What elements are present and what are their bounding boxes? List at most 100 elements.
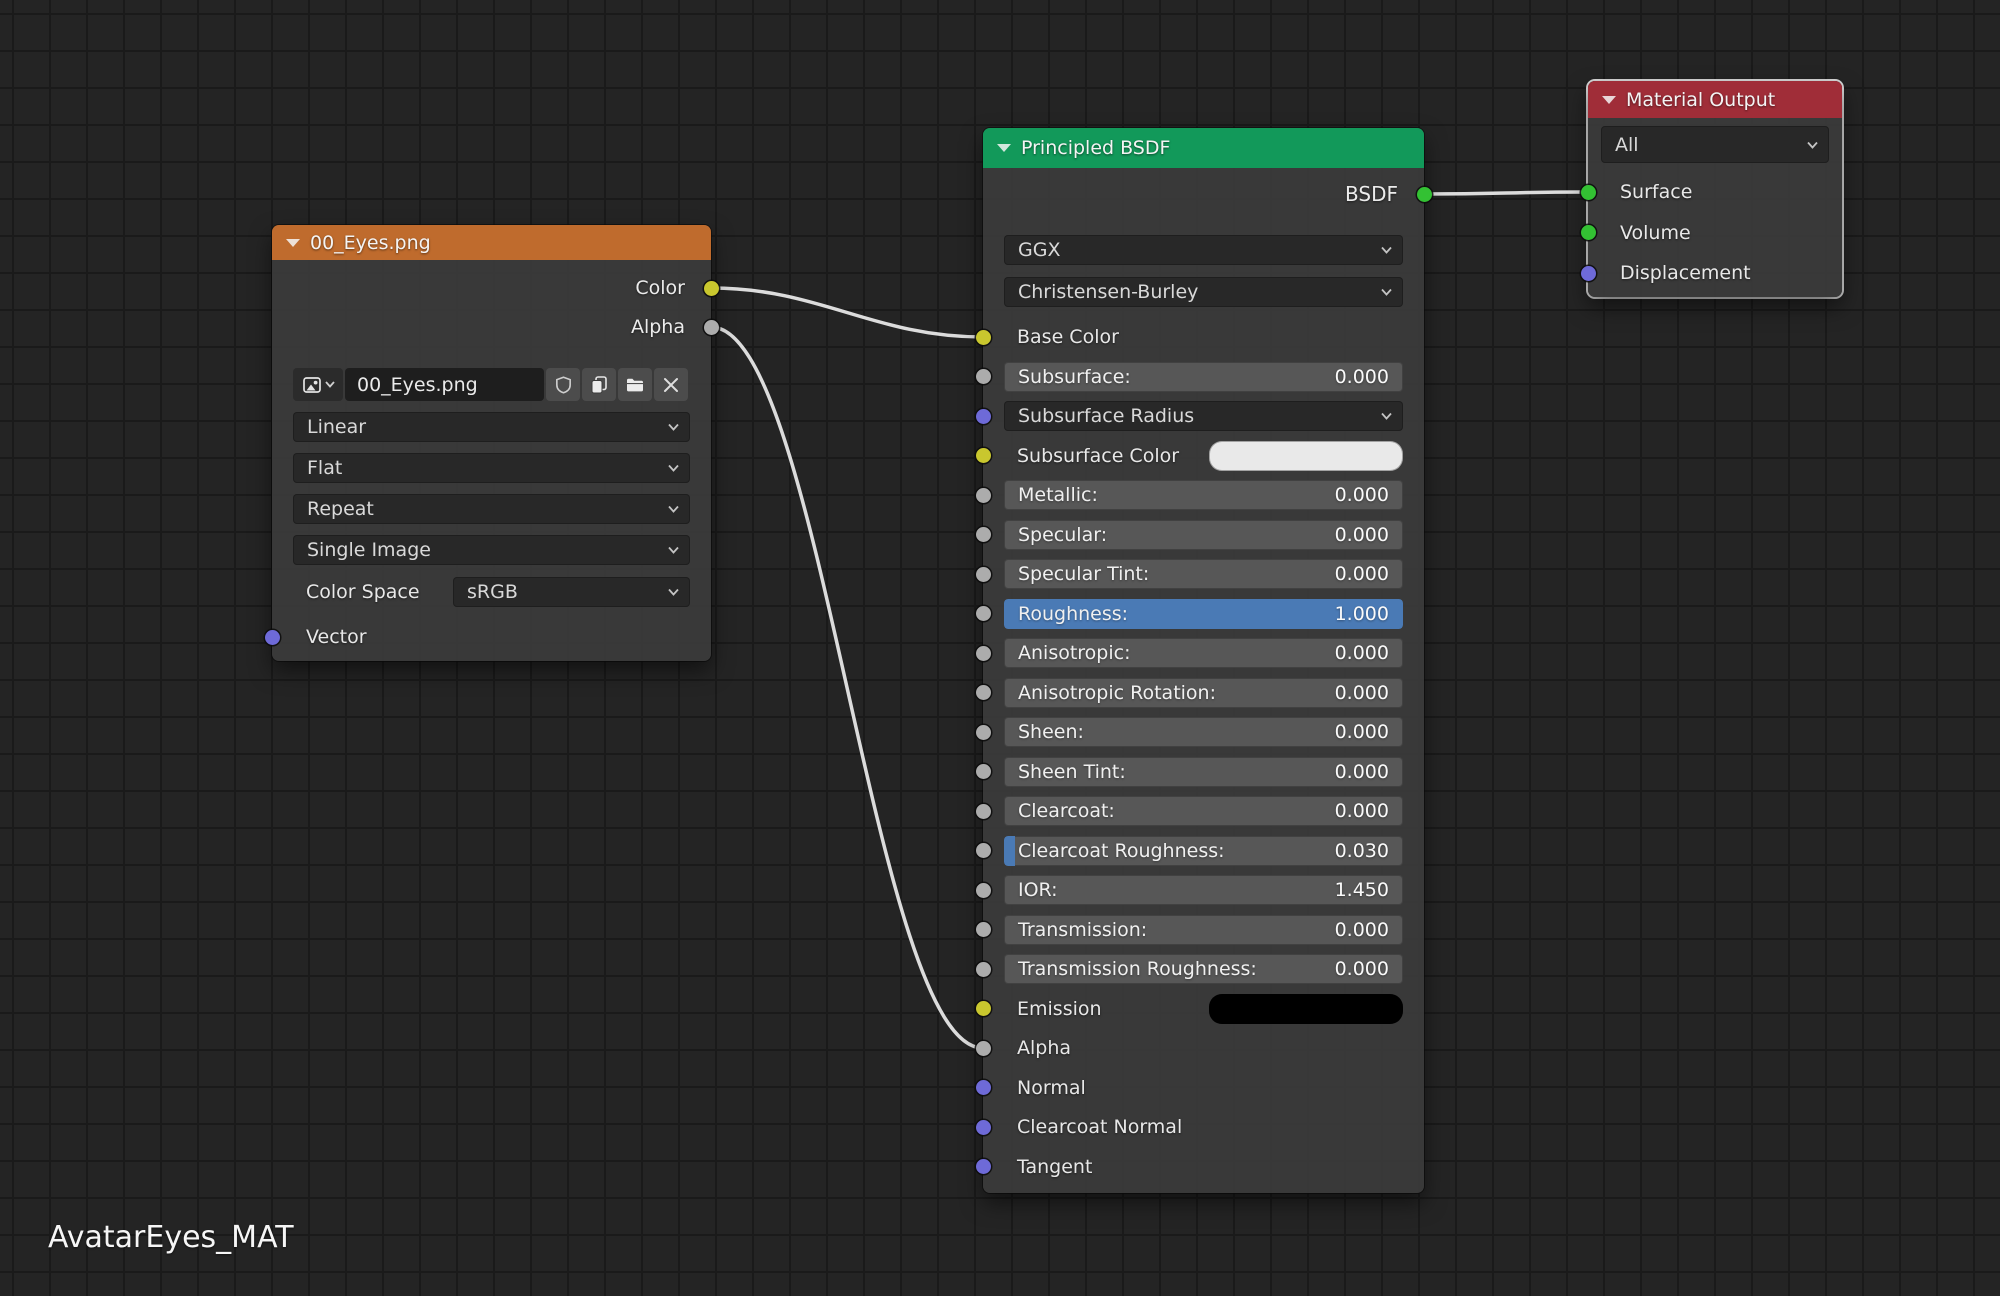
collapse-triangle-icon[interactable] (997, 144, 1011, 152)
socket-metallic-input[interactable] (976, 488, 991, 503)
slider-value: 0.000 (1335, 682, 1403, 704)
duplicate-image-button[interactable] (582, 368, 616, 401)
color-space-dropdown[interactable]: sRGB (453, 577, 690, 607)
slider-value: 0.000 (1335, 800, 1403, 822)
specular-tint-slider[interactable]: Specular Tint:0.000 (1004, 559, 1403, 589)
image-node-header[interactable]: 00_Eyes.png (272, 225, 711, 260)
socket-anisotropic-rotation-input[interactable] (976, 685, 991, 700)
specular-tint-row: Specular Tint:0.000 (983, 559, 1424, 589)
unlink-image-button[interactable] (654, 368, 688, 401)
collapse-triangle-icon[interactable] (1602, 96, 1616, 104)
base-color-row: Base Color (983, 322, 1424, 352)
alpha-output-socket[interactable] (704, 320, 719, 335)
roughness-row: Roughness:1.000 (983, 599, 1424, 629)
subsurface-method-dropdown[interactable]: Christensen-Burley (1004, 277, 1403, 307)
normal-label: Normal (983, 1077, 1086, 1099)
chevron-down-icon (1381, 246, 1392, 254)
fake-user-button[interactable] (546, 368, 580, 401)
socket-clearcoat-normal-input[interactable] (976, 1120, 991, 1135)
chevron-down-icon (325, 381, 335, 388)
principled-bsdf-node[interactable]: Principled BSDF BSDF GGX Christensen-Bur… (983, 128, 1424, 1193)
output-target-dropdown[interactable]: All (1601, 126, 1829, 163)
clearcoat-row: Clearcoat:0.000 (983, 796, 1424, 826)
socket-transmission-roughness-input[interactable] (976, 962, 991, 977)
subsurface-color-swatch[interactable] (1209, 441, 1403, 471)
subsurface-radius-dropdown[interactable]: Subsurface Radius (1004, 401, 1403, 431)
collapse-triangle-icon[interactable] (286, 239, 300, 247)
socket-volume-input[interactable] (1581, 225, 1596, 240)
output-node-title: Material Output (1626, 89, 1775, 111)
socket-sheen-tint-input[interactable] (976, 764, 991, 779)
anisotropic-slider[interactable]: Anisotropic:0.000 (1004, 638, 1403, 668)
image-icon (302, 375, 322, 395)
slider-label: Specular Tint: (1004, 563, 1335, 585)
specular-slider[interactable]: Specular:0.000 (1004, 520, 1403, 550)
subsurface-slider[interactable]: Subsurface:0.000 (1004, 362, 1403, 392)
socket-normal-input[interactable] (976, 1080, 991, 1095)
metallic-slider[interactable]: Metallic:0.000 (1004, 480, 1403, 510)
image-browse-button[interactable] (293, 368, 343, 401)
metallic-row: Metallic:0.000 (983, 480, 1424, 510)
roughness-slider[interactable]: Roughness:1.000 (1004, 599, 1403, 629)
volume-row: Volume (1588, 218, 1842, 248)
chevron-down-icon (668, 423, 679, 431)
image-texture-node[interactable]: 00_Eyes.png Color Alpha (272, 225, 711, 661)
socket-tangent-input[interactable] (976, 1159, 991, 1174)
open-image-button[interactable] (618, 368, 652, 401)
flat-dropdown[interactable]: Flat (293, 453, 690, 483)
clearcoat-slider[interactable]: Clearcoat:0.000 (1004, 796, 1403, 826)
socket-base-color-input[interactable] (976, 330, 991, 345)
slider-label: Anisotropic: (1004, 642, 1335, 664)
image-name-field[interactable]: 00_Eyes.png (345, 368, 544, 401)
repeat-dropdown[interactable]: Repeat (293, 494, 690, 524)
socket-subsurface-radius-input[interactable] (976, 409, 991, 424)
single-image-dropdown[interactable]: Single Image (293, 535, 690, 565)
socket-transmission-input[interactable] (976, 922, 991, 937)
socket-specular-tint-input[interactable] (976, 567, 991, 582)
output-target-value: All (1601, 134, 1639, 156)
distribution-dropdown[interactable]: GGX (1004, 235, 1403, 265)
socket-subsurface-input[interactable] (976, 369, 991, 384)
bsdf-node-header[interactable]: Principled BSDF (983, 128, 1424, 168)
socket-surface-input[interactable] (1581, 185, 1596, 200)
clearcoat-roughness-row: Clearcoat Roughness:0.030 (983, 836, 1424, 866)
chevron-down-icon (1807, 141, 1818, 149)
node-editor-canvas[interactable]: 00_Eyes.png Color Alpha (0, 0, 2000, 1296)
sheen-slider[interactable]: Sheen:0.000 (1004, 717, 1403, 747)
node-link-wire (711, 288, 983, 337)
socket-alpha-input[interactable] (976, 1041, 991, 1056)
socket-anisotropic-input[interactable] (976, 646, 991, 661)
emission-row: Emission (983, 994, 1424, 1024)
vector-input-socket[interactable] (265, 630, 280, 645)
folder-icon (625, 375, 645, 395)
socket-subsurface-color-input[interactable] (976, 448, 991, 463)
socket-specular-input[interactable] (976, 527, 991, 542)
displacement-row: Displacement (1588, 258, 1842, 288)
subsurface-color-label: Subsurface Color (983, 445, 1179, 467)
alpha-output-row: Alpha (272, 312, 711, 342)
slider-value: 0.000 (1335, 761, 1403, 783)
clearcoat-roughness-slider[interactable]: Clearcoat Roughness:0.030 (1004, 836, 1403, 866)
socket-roughness-input[interactable] (976, 606, 991, 621)
socket-sheen-input[interactable] (976, 725, 991, 740)
flat-row: Flat (272, 453, 711, 483)
emission-swatch[interactable] (1209, 994, 1403, 1024)
socket-ior-input[interactable] (976, 883, 991, 898)
socket-displacement-input[interactable] (1581, 266, 1596, 281)
socket-emission-input[interactable] (976, 1001, 991, 1016)
chevron-down-icon (1381, 412, 1392, 420)
anisotropic-rotation-slider[interactable]: Anisotropic Rotation:0.000 (1004, 678, 1403, 708)
linear-dropdown[interactable]: Linear (293, 412, 690, 442)
sheen-tint-slider[interactable]: Sheen Tint:0.000 (1004, 757, 1403, 787)
transmission-slider[interactable]: Transmission:0.000 (1004, 915, 1403, 945)
socket-clearcoat-roughness-input[interactable] (976, 843, 991, 858)
socket-clearcoat-input[interactable] (976, 804, 991, 819)
transmission-roughness-slider[interactable]: Transmission Roughness:0.000 (1004, 954, 1403, 984)
color-output-socket[interactable] (704, 281, 719, 296)
slider-label: Sheen: (1004, 721, 1335, 743)
bsdf-output-socket[interactable] (1417, 187, 1432, 202)
output-node-header[interactable]: Material Output (1588, 81, 1842, 118)
material-output-node[interactable]: Material Output All SurfaceVolumeDisplac… (1588, 81, 1842, 297)
ior-slider[interactable]: IOR:1.450 (1004, 875, 1403, 905)
alpha-label: Alpha (983, 1037, 1071, 1059)
